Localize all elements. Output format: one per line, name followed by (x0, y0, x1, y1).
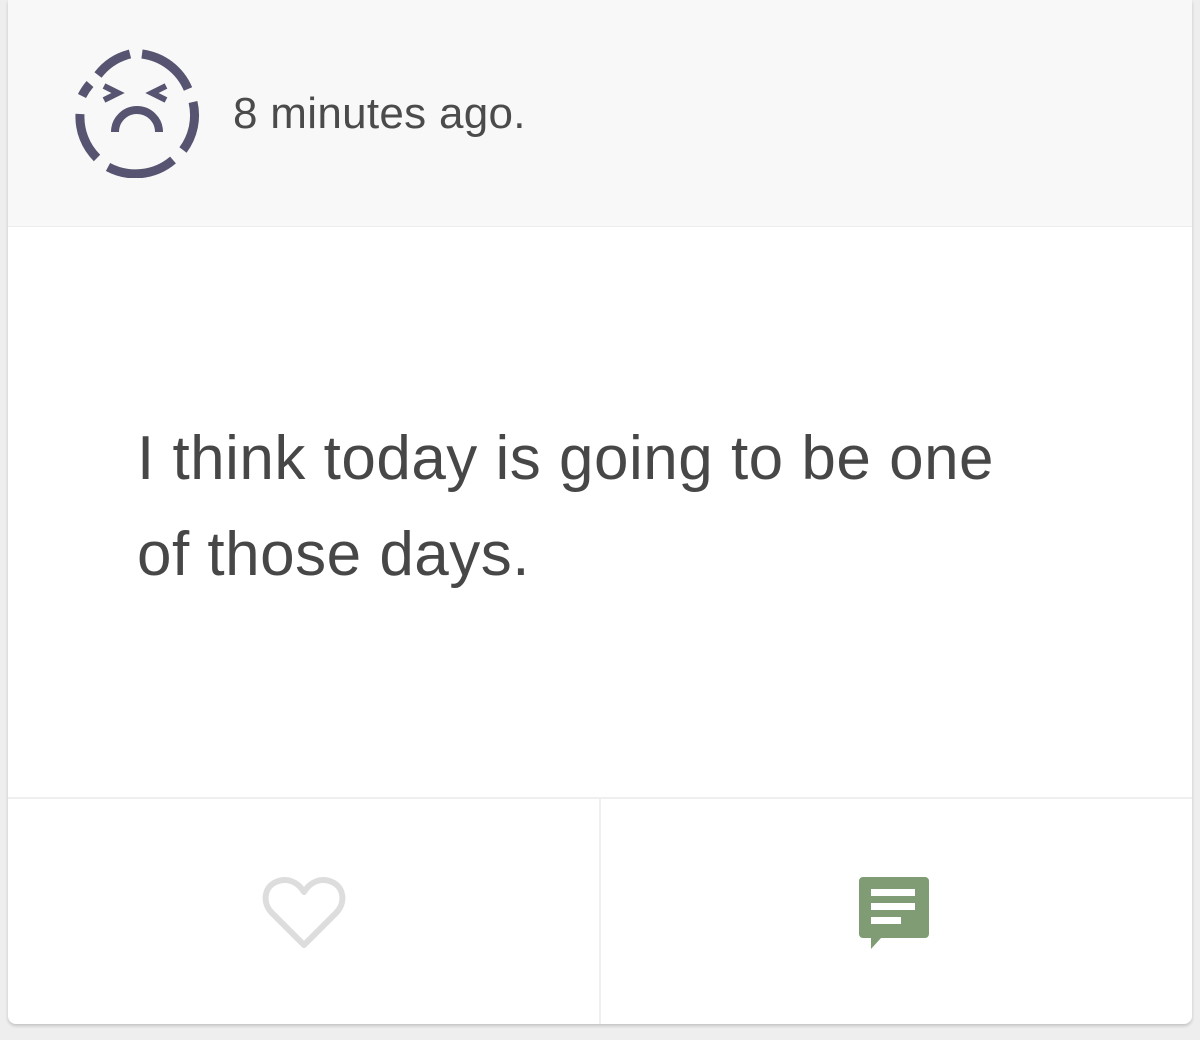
disappointed-face-icon (75, 49, 200, 178)
like-button[interactable] (8, 799, 599, 1024)
comment-icon (859, 877, 929, 949)
post-actions (8, 797, 1192, 1024)
post-timestamp: 8 minutes ago. (233, 89, 526, 138)
post-card: 8 minutes ago. I think today is going to… (8, 0, 1192, 1024)
post-text: I think today is going to be one of thos… (137, 424, 995, 589)
heart-outline-icon (262, 877, 346, 948)
comment-button[interactable] (599, 799, 1192, 1024)
post-header: 8 minutes ago. (8, 0, 1192, 227)
post-body: I think today is going to be one of thos… (8, 227, 1192, 797)
